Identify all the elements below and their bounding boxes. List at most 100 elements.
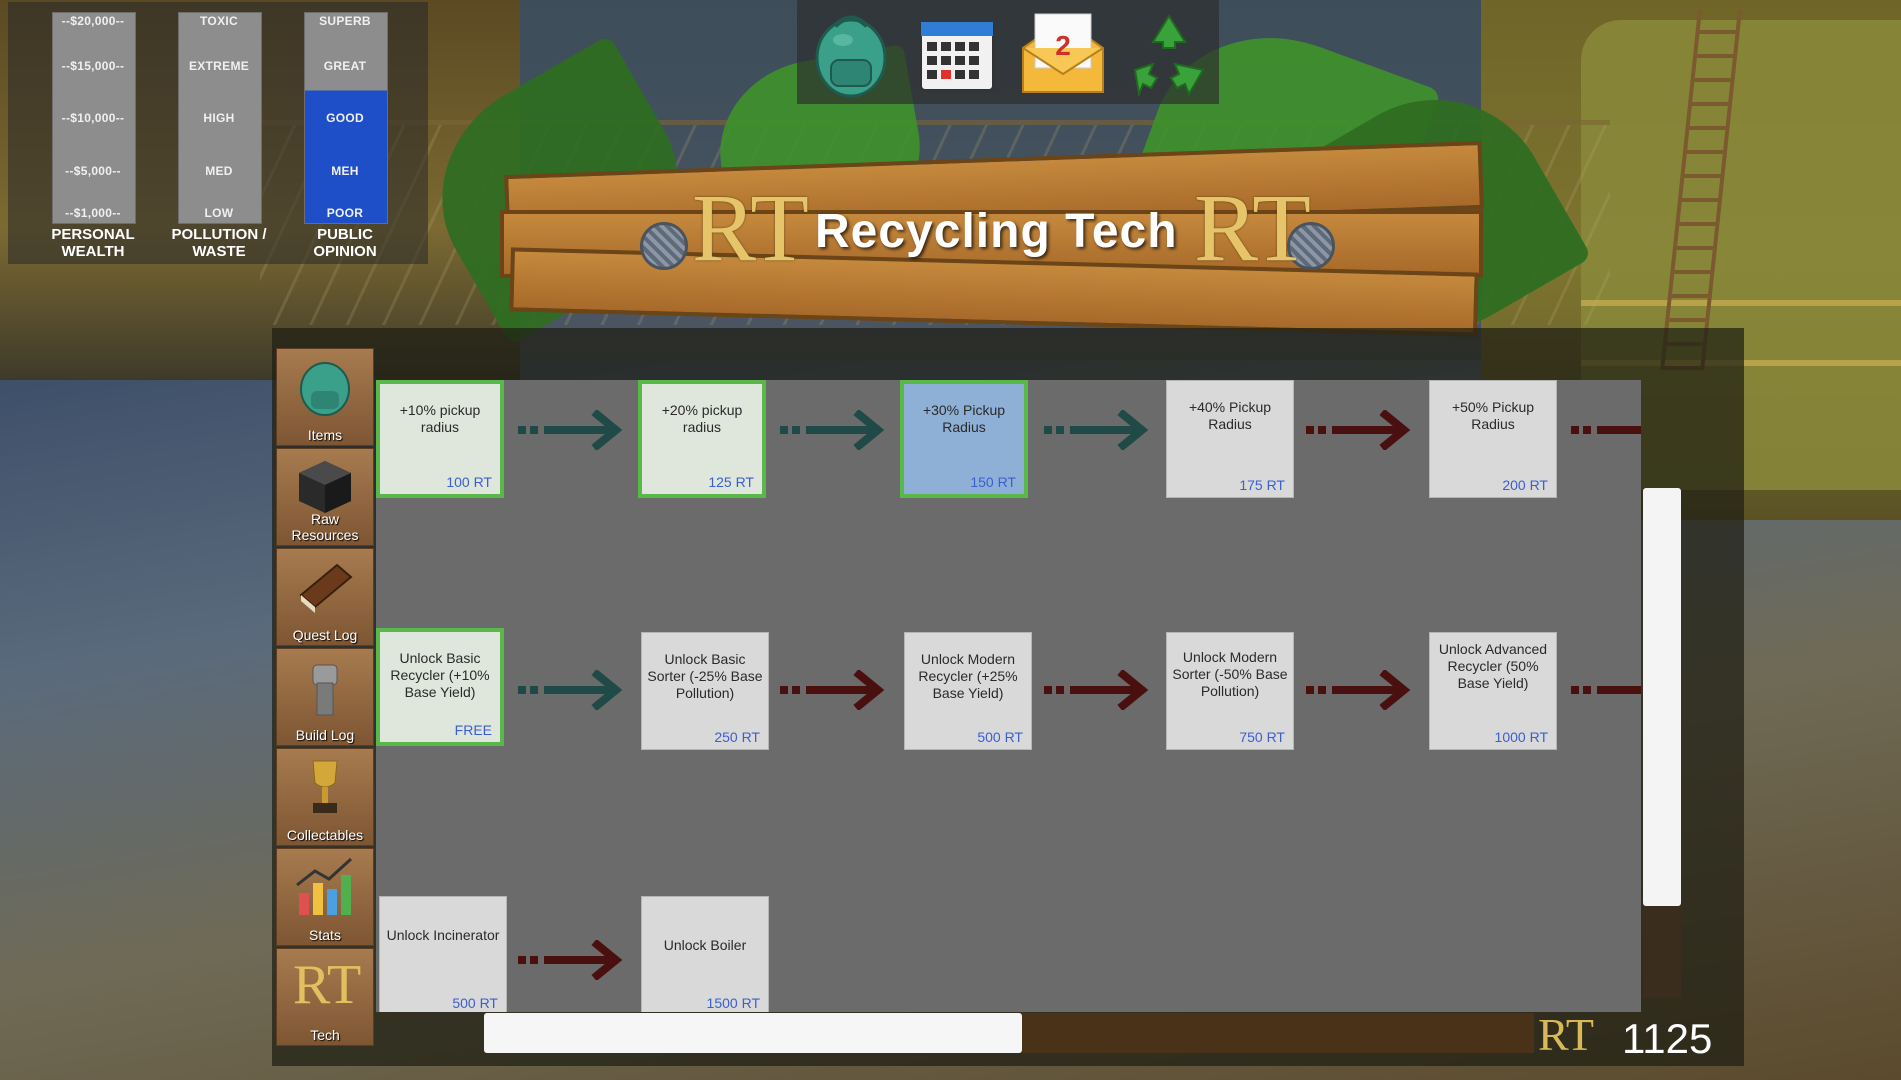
- tech-node-basic-sorter[interactable]: Unlock Basic Sorter (-25% Base Pollution…: [641, 632, 769, 750]
- tech-node-modern-sorter[interactable]: Unlock Modern Sorter (-50% Base Pollutio…: [1166, 632, 1294, 750]
- chart-icon: [296, 857, 353, 915]
- mail-count-badge: 2: [1055, 30, 1071, 61]
- opinion-level: GREAT: [323, 59, 367, 73]
- wealth-level: --$5,000--: [65, 164, 121, 178]
- tech-node-cost: 500 RT: [452, 995, 498, 1011]
- tech-node-text: Unlock Basic Sorter (-25% Base Pollution…: [647, 651, 763, 701]
- tech-node-text: Unlock Incinerator: [386, 927, 500, 943]
- bolt-icon: [640, 222, 688, 270]
- sidebar-item-label: Raw Resources: [277, 511, 373, 543]
- tech-node-pickup-30[interactable]: +30% Pickup Radius 150 RT: [900, 380, 1028, 498]
- tech-node-basic-recycler[interactable]: Unlock Basic Recycler (+10% Base Yield) …: [376, 628, 504, 746]
- pollution-label-line: WASTE: [192, 243, 246, 260]
- tech-node-cost: 1500 RT: [706, 995, 760, 1011]
- top-toolbar: 2: [797, 0, 1219, 104]
- fist-icon: [312, 664, 338, 716]
- arrow-icon: [1571, 426, 1641, 434]
- opinion-label-line: OPINION: [313, 243, 377, 260]
- tech-node-text: Unlock Advanced Recycler (50% Base Yield…: [1438, 641, 1548, 691]
- tech-node-modern-recycler[interactable]: Unlock Modern Recycler (+25% Base Yield)…: [904, 632, 1032, 750]
- arrow-icon: [1044, 410, 1149, 450]
- tech-node-text: Unlock Modern Sorter (-50% Base Pollutio…: [1172, 649, 1288, 699]
- tech-node-cost: 750 RT: [1239, 729, 1285, 745]
- rt-currency-icon: RT: [1538, 1009, 1595, 1060]
- tech-node-cost: 500 RT: [977, 729, 1023, 745]
- opinion-label-line: PUBLIC: [317, 226, 373, 243]
- sidebar-item-raw-resources[interactable]: Raw Resources: [276, 448, 374, 546]
- sidebar-item-label: Collectables: [286, 827, 364, 843]
- rt-balance: 1125: [1622, 1015, 1713, 1062]
- tech-node-pickup-20[interactable]: +20% pickup radius 125 RT: [638, 380, 766, 498]
- recycle-button[interactable]: [1123, 8, 1215, 100]
- tech-node-text: +10% pickup radius: [399, 402, 481, 435]
- arrow-icon: [1306, 670, 1411, 710]
- trophy-icon: [312, 760, 338, 813]
- recycle-icon: [1133, 14, 1205, 98]
- sidebar-item-stats[interactable]: Stats: [276, 848, 374, 946]
- tech-node-text: +30% Pickup Radius: [922, 402, 1006, 435]
- sidebar-item-label: Stats: [309, 927, 341, 943]
- calendar-button[interactable]: [911, 8, 1003, 100]
- arrow-icon: [518, 670, 623, 710]
- tech-node-text: +50% Pickup Radius: [1451, 399, 1535, 432]
- tech-node-cost: 175 RT: [1239, 477, 1285, 493]
- tech-node-text: Unlock Basic Recycler (+10% Base Yield): [390, 650, 490, 700]
- tech-node-text: +40% Pickup Radius: [1188, 399, 1272, 432]
- status-meters: --$20,000-- --$15,000-- --$10,000-- --$5…: [8, 2, 428, 264]
- pollution-meter: TOXIC EXTREME HIGH MED LOW POLLUTION / W…: [172, 12, 267, 260]
- sidebar-item-label-line: Raw: [310, 511, 339, 527]
- silo-stripe: [1581, 300, 1901, 306]
- tech-node-pickup-10[interactable]: +10% pickup radius 100 RT: [376, 380, 504, 498]
- sidebar-item-items[interactable]: Items: [276, 348, 374, 446]
- sidebar-item-label-line: Resources: [291, 527, 359, 543]
- sidebar-item-tech[interactable]: RT Tech: [276, 948, 374, 1046]
- pollution-level: TOXIC: [200, 14, 238, 28]
- tech-node-pickup-50[interactable]: +50% Pickup Radius 200 RT: [1429, 380, 1557, 498]
- tech-node-cost: 200 RT: [1502, 477, 1548, 493]
- tech-node-cost: 100 RT: [446, 474, 492, 490]
- tech-node-pickup-40[interactable]: +40% Pickup Radius 175 RT: [1166, 380, 1294, 498]
- backpack-icon: [300, 362, 350, 416]
- opinion-level: MEH: [331, 164, 359, 178]
- backpack-button[interactable]: [805, 8, 897, 100]
- horizontal-scrollbar-thumb[interactable]: [484, 1013, 1022, 1053]
- arrow-icon: [1571, 686, 1641, 694]
- tech-node-incinerator[interactable]: Unlock Incinerator 500 RT: [379, 896, 507, 1012]
- wealth-meter: --$20,000-- --$15,000-- --$10,000-- --$5…: [51, 12, 136, 260]
- tech-node-cost: 125 RT: [708, 474, 754, 490]
- tech-node-cost: 1000 RT: [1494, 729, 1548, 745]
- wealth-label-line: PERSONAL: [51, 226, 135, 243]
- arrow-icon: [1044, 670, 1149, 710]
- sidebar-item-label: Items: [307, 427, 343, 443]
- tech-node-boiler[interactable]: Unlock Boiler 1500 RT: [641, 896, 769, 1012]
- sidebar-item-quest-log[interactable]: Quest Log: [276, 548, 374, 646]
- wealth-level: --$20,000--: [61, 14, 125, 28]
- sidebar-item-collectables[interactable]: Collectables: [276, 748, 374, 846]
- arrow-icon: [518, 410, 623, 450]
- sidebar-item-build-log[interactable]: Build Log: [276, 648, 374, 746]
- pollution-level: LOW: [204, 206, 234, 220]
- mail-button[interactable]: 2: [1017, 8, 1109, 100]
- wealth-label: PERSONAL WEALTH: [30, 226, 156, 260]
- pollution-label: POLLUTION / WASTE: [156, 226, 282, 260]
- tech-node-cost: FREE: [454, 722, 492, 738]
- arrow-icon: [780, 410, 885, 450]
- cube-icon: [299, 461, 351, 513]
- wealth-level: --$1,000--: [65, 206, 121, 220]
- opinion-level: POOR: [326, 206, 364, 220]
- arrow-icon: [518, 940, 623, 980]
- rt-logo-right: RT: [1194, 174, 1311, 281]
- rt-logo-icon: RT: [293, 954, 362, 1016]
- opinion-level: GOOD: [326, 111, 364, 125]
- vertical-scrollbar-thumb[interactable]: [1643, 488, 1681, 906]
- wealth-level: --$10,000--: [61, 111, 125, 125]
- calendar-icon: [920, 21, 994, 91]
- wealth-level: --$15,000--: [61, 59, 125, 73]
- opinion-level: SUPERB: [319, 14, 371, 28]
- pollution-level: EXTREME: [188, 59, 250, 73]
- backpack-icon: [815, 15, 887, 98]
- wealth-label-line: WEALTH: [61, 243, 125, 260]
- pollution-level: HIGH: [203, 111, 235, 125]
- tech-node-text: Unlock Boiler: [663, 937, 747, 953]
- tech-node-advanced-recycler[interactable]: Unlock Advanced Recycler (50% Base Yield…: [1429, 632, 1557, 750]
